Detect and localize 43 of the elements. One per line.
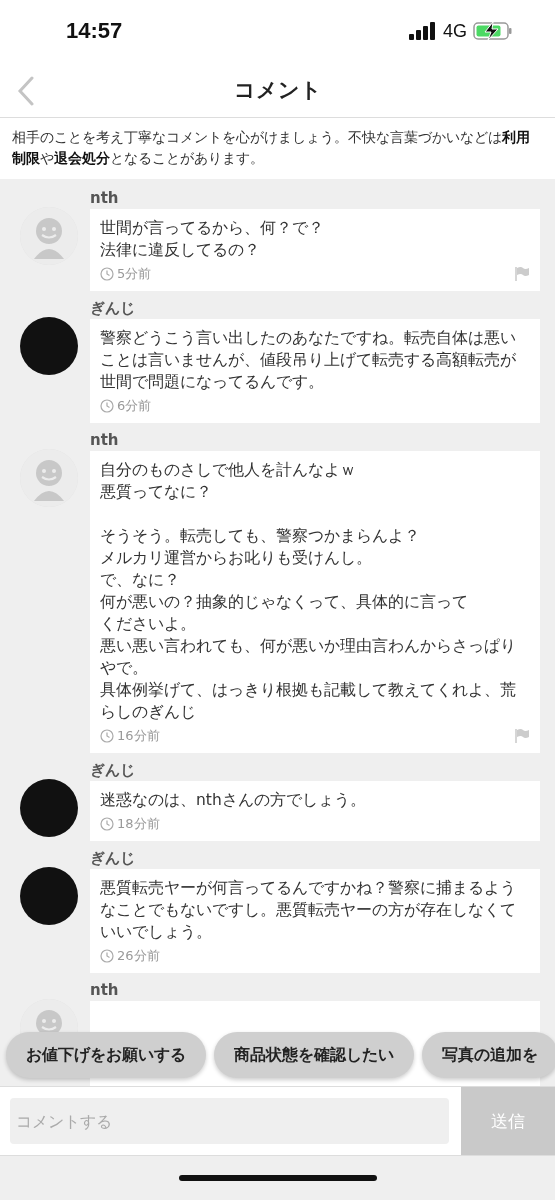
quick-reply-chip[interactable]: お値下げをお願いする	[6, 1032, 206, 1078]
signal-icon	[409, 22, 437, 40]
comment-text: 悪質ってなに？	[100, 482, 213, 503]
page-title: コメント	[233, 76, 322, 104]
comment-text: で、なに？	[100, 570, 181, 591]
status-time: 14:57	[66, 18, 123, 44]
comment-time: 5分前	[117, 265, 152, 283]
comment-author: nth	[90, 431, 120, 449]
comment-text: メルカリ運営からお叱りも受けんし。	[100, 548, 373, 569]
comment-text: 迷惑なのは、nthさんの方でしょう。	[100, 790, 367, 811]
flag-icon[interactable]	[514, 266, 530, 282]
comment-text: 法律に違反してるの？	[100, 240, 261, 261]
clock-icon	[100, 949, 114, 963]
quick-reply-chip[interactable]: 商品状態を確認したい	[214, 1032, 414, 1078]
comment-time: 6分前	[117, 397, 152, 415]
clock-icon	[100, 267, 114, 281]
comment-author: nth	[90, 189, 120, 207]
comment-text: 世間が言ってるから、何？で？	[100, 218, 325, 239]
comment-time: 26分前	[117, 947, 160, 965]
comment-time: 18分前	[117, 815, 160, 833]
notice-text: 相手のことを考え丁寧なコメントを心がけましょう。不快な言葉づかいなどは利用制限や退会処分となることがあります。	[0, 118, 555, 179]
comment-time: 16分前	[117, 727, 160, 745]
flag-icon[interactable]	[514, 728, 530, 744]
back-icon[interactable]	[16, 76, 36, 106]
comment-text: 悪質転売ヤーが何言ってるんですかね？警察に捕まるようなことでもないですし。悪質転売ヤーの方が存在しなくていいでしょう。	[100, 878, 517, 943]
comment-author: ぎんじ	[90, 761, 136, 779]
clock-icon	[100, 729, 114, 743]
comment-input[interactable]: コメントする	[10, 1098, 449, 1144]
comment-text: くださいよ。	[100, 614, 197, 635]
comment-author: nth	[90, 981, 120, 999]
comment-text: 具体例挙げて、はっきり根拠も記載して教えてくれよ、荒らしのぎんじ	[100, 680, 517, 723]
network-label: 4G	[443, 20, 467, 42]
comment-author: ぎんじ	[90, 299, 136, 317]
comment-author: ぎんじ	[90, 849, 136, 867]
comment-text: 警察どうこう言い出したのあなたですね。転売自体は悪いことは言いませんが、値段吊り上げて転売する高額転売が世間で問題になってるんです。	[100, 328, 517, 393]
comment-text: 何が悪いの？抽象的じゃなくって、具体的に言って	[100, 592, 469, 613]
battery-charging-icon	[473, 21, 513, 41]
comment-text: 自分のものさしで他人を計んなよｗ	[100, 460, 357, 481]
quick-reply-chip[interactable]: 写真の追加を	[422, 1032, 555, 1078]
comment-text: 悪い悪い言われても、何が悪いか理由言わんからさっぱりやで。	[100, 636, 517, 679]
clock-icon	[100, 817, 114, 831]
clock-icon	[100, 399, 114, 413]
comment-text: そうそう。転売しても、警察つかまらんよ？	[100, 526, 421, 547]
